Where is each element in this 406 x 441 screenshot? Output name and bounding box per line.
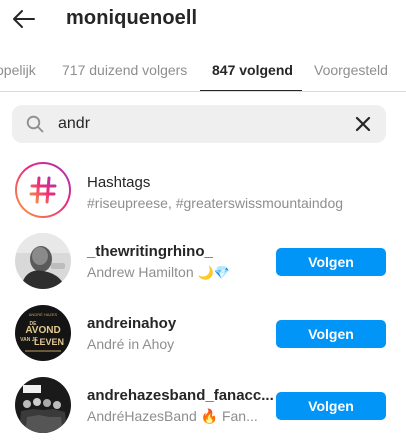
- avatar-text-avond: AVOND: [25, 325, 60, 336]
- user-result-row[interactable]: andrehazesband_fanacc... AndréHazesBand …: [0, 370, 406, 440]
- user-result-row[interactable]: _thewritingrhino_ Andrew Hamilton 🌙💎 Vol…: [0, 226, 406, 296]
- man-portrait-image: [15, 233, 71, 289]
- result-username: andrehazesband_fanacc...: [87, 387, 274, 404]
- result-username: _thewritingrhino_: [87, 243, 213, 260]
- tab-suggested[interactable]: Voorgesteld: [314, 62, 388, 78]
- result-fullname: AndréHazesBand 🔥 Fan...: [87, 408, 258, 424]
- follow-button[interactable]: Volgen: [276, 392, 386, 420]
- tab-bar: opelijk 717 duizend volgers 847 volgend …: [0, 54, 406, 92]
- hashtag-icon: [29, 176, 57, 204]
- follow-button[interactable]: Volgen: [276, 320, 386, 348]
- top-bar: moniquenoell: [0, 0, 406, 40]
- search-input[interactable]: [58, 112, 338, 136]
- hashtag-result-tags: #riseupreese, #greaterswissmountaindog: [87, 195, 344, 211]
- moon-diamond-emoji: 🌙💎: [197, 265, 230, 280]
- close-icon: [355, 116, 371, 132]
- avatar: ANDRÉ HAZES DE AVOND VAN JE LEVEN: [15, 305, 71, 361]
- user-result-row[interactable]: ANDRÉ HAZES DE AVOND VAN JE LEVEN andrei…: [0, 298, 406, 368]
- clear-search-button[interactable]: [354, 115, 372, 133]
- result-fullname: André in Ahoy: [87, 336, 175, 352]
- hashtag-result-title: Hashtags: [87, 174, 151, 191]
- tab-mutual[interactable]: opelijk: [0, 62, 36, 78]
- avatar: [15, 233, 71, 289]
- tabs-divider: [0, 91, 406, 92]
- result-username: andreinahoy: [87, 315, 177, 332]
- hashtag-result-row[interactable]: Hashtags #riseupreese, #greaterswissmoun…: [0, 155, 406, 225]
- tab-following[interactable]: 847 volgend: [212, 62, 293, 78]
- tab-followers[interactable]: 717 duizend volgers: [62, 62, 187, 78]
- result-fullname: Andrew Hamilton 🌙💎: [87, 264, 230, 280]
- hashtag-avatar: [15, 162, 71, 218]
- avatar: [15, 377, 71, 433]
- search-icon: [26, 115, 44, 133]
- avond-poster-image: ANDRÉ HAZES DE AVOND VAN JE LEVEN: [15, 305, 71, 361]
- back-button[interactable]: [10, 6, 38, 32]
- search-bar: [12, 105, 386, 143]
- back-arrow-icon: [13, 10, 35, 28]
- band-photo-image: [15, 377, 71, 433]
- avatar-text-top: ANDRÉ HAZES: [29, 312, 58, 317]
- avatar-text-leven: LEVEN: [34, 337, 64, 347]
- follow-button[interactable]: Volgen: [276, 248, 386, 276]
- profile-username-title: moniquenoell: [66, 7, 198, 29]
